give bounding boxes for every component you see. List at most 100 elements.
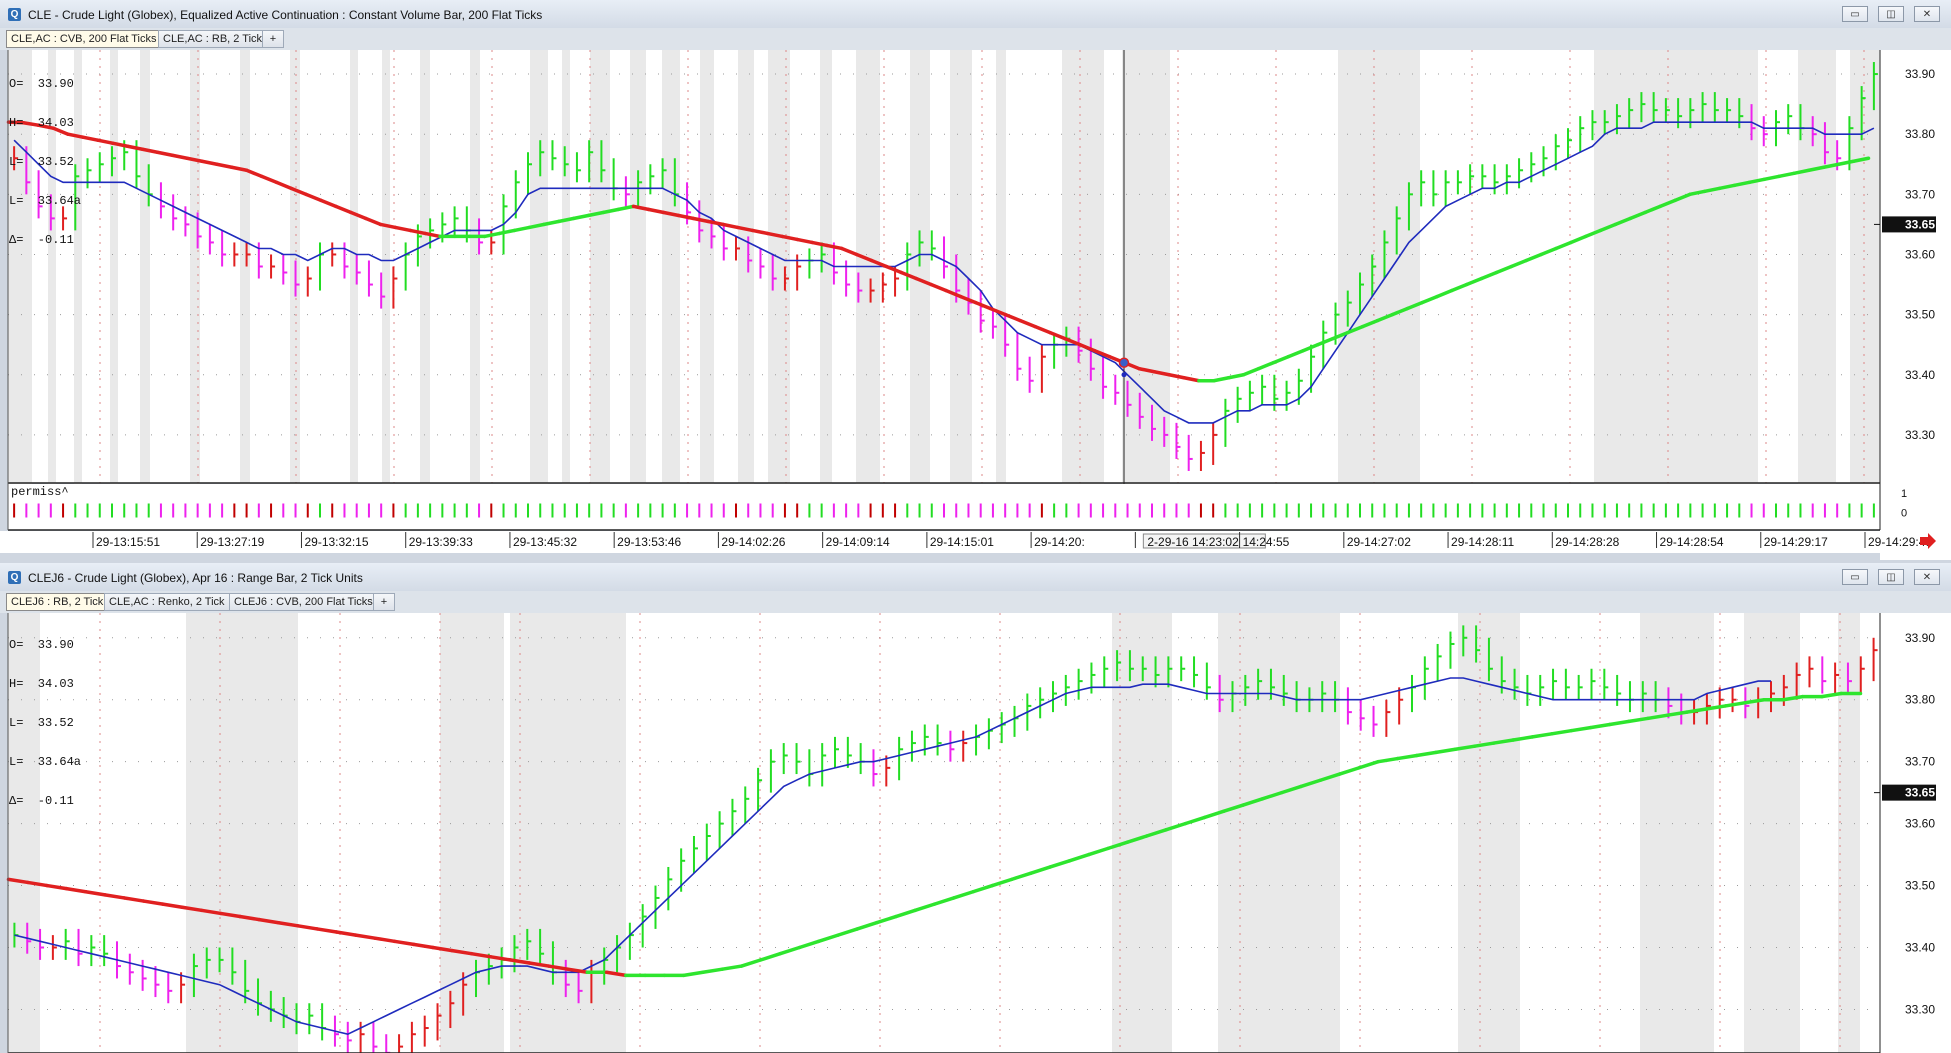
price-tick-label: 33.80 xyxy=(1905,693,1935,707)
app-icon: Q xyxy=(8,571,21,584)
price-tick-label: 33.30 xyxy=(1905,428,1935,442)
session-band xyxy=(910,50,930,530)
tab-bar: CLEJ6 : RB, 2 Tick CLE,AC : Renko, 2 Tic… xyxy=(0,591,1951,613)
price-tick-label: 33.60 xyxy=(1905,247,1935,261)
high-value: H= 34.03 xyxy=(9,116,74,130)
session-band xyxy=(1838,613,1860,1053)
tab-range-bar[interactable]: CLE,AC : RB, 2 Tick xyxy=(158,30,268,48)
delta-value: Δ= -0.11 xyxy=(9,794,74,808)
window-title: CLEJ6 - Crude Light (Globex), Apr 16 : R… xyxy=(28,571,363,585)
time-tick-label: 29-14:09:14 xyxy=(826,535,890,549)
session-band xyxy=(1218,613,1340,1053)
chart-window-bottom: Q CLEJ6 - Crude Light (Globex), Apr 16 :… xyxy=(0,563,1951,1053)
last-value: L= 33.64a xyxy=(9,194,82,208)
indicator-tick-label: 0 xyxy=(1901,508,1907,520)
price-tick-label: 33.30 xyxy=(1905,1002,1935,1016)
app-icon: Q xyxy=(8,8,21,21)
price-tick-label: 33.70 xyxy=(1905,187,1935,201)
tab-renko[interactable]: CLE,AC : Renko, 2 Tick xyxy=(104,593,230,611)
price-chart[interactable]: permiss^ 33.90 33.80 33.70 33.60 33.50 33.40 33… xyxy=(0,50,1951,560)
time-tick-label: 29-13:39:33 xyxy=(409,535,473,549)
time-tick-label: 29-14:28:54 xyxy=(1660,535,1724,549)
time-tick-label: 29-13:45:32 xyxy=(513,535,577,549)
price-tick-label: 33.40 xyxy=(1905,941,1935,955)
open-value: O= 33.90 xyxy=(9,638,74,652)
chart-window-top: Q CLE - Crude Light (Globex), Equalized … xyxy=(0,0,1951,560)
session-band xyxy=(700,50,714,530)
session-band xyxy=(1850,50,1880,530)
session-band xyxy=(140,50,150,530)
time-tick-label: 29-13:32:15 xyxy=(304,535,368,549)
session-band xyxy=(1122,50,1170,530)
window-title: CLE - Crude Light (Globex), Equalized Ac… xyxy=(28,8,543,22)
price-tick-label: 33.50 xyxy=(1905,879,1935,893)
indicator-tick-label: 1 xyxy=(1901,488,1907,500)
close-icon[interactable]: ✕ xyxy=(1914,6,1940,22)
price-tick-label: 33.50 xyxy=(1905,308,1935,322)
price-axis xyxy=(1880,613,1951,1053)
session-band xyxy=(350,50,358,530)
price-tick-label: 33.70 xyxy=(1905,755,1935,769)
time-tick-label: 29-14:02:26 xyxy=(721,535,785,549)
time-tick-label: 29-14:28:28 xyxy=(1555,535,1619,549)
crosshair-marker xyxy=(1121,372,1127,378)
session-band xyxy=(470,50,480,530)
time-tick-label: 2-29-16 14:23:02 xyxy=(1147,535,1239,549)
low-value: L= 33.52 xyxy=(9,155,74,169)
session-band xyxy=(738,50,754,530)
low-value: L= 33.52 xyxy=(9,716,74,730)
window-titlebar[interactable]: Q CLEJ6 - Crude Light (Globex), Apr 16 :… xyxy=(0,563,1951,592)
session-band xyxy=(530,50,548,530)
high-value: H= 34.03 xyxy=(9,677,74,691)
time-tick-label: 29-13:27:19 xyxy=(200,535,264,549)
tab-range-bar[interactable]: CLEJ6 : RB, 2 Tick xyxy=(6,593,109,611)
time-tick-label: 29-14:28:11 xyxy=(1451,535,1514,549)
session-band xyxy=(1798,50,1836,530)
restore-icon[interactable]: ◫ xyxy=(1878,569,1904,585)
time-tick-label: 29-14:27:02 xyxy=(1347,535,1411,549)
tab-cvb[interactable]: CLE,AC : CVB, 200 Flat Ticks xyxy=(6,30,162,48)
session-band xyxy=(562,50,570,530)
time-tick-label: 29-13:53:46 xyxy=(617,535,681,549)
session-band xyxy=(1640,613,1714,1053)
session-band xyxy=(382,50,390,530)
close-icon[interactable]: ✕ xyxy=(1914,569,1940,585)
price-tick-label: 33.90 xyxy=(1905,631,1935,645)
restore-icon[interactable]: ◫ xyxy=(1878,6,1904,22)
minimize-icon[interactable]: ▭ xyxy=(1842,569,1868,585)
indicator-label: permiss^ xyxy=(11,485,69,499)
session-band xyxy=(768,50,790,530)
ohlc-readout: O= 33.90 H= 34.03 L= 33.52 L= 33.64a Δ= … xyxy=(9,52,81,273)
session-band xyxy=(662,50,680,530)
minimize-icon[interactable]: ▭ xyxy=(1842,6,1868,22)
tab-cvb[interactable]: CLEJ6 : CVB, 200 Flat Ticks xyxy=(229,593,378,611)
session-band xyxy=(1062,50,1104,530)
ohlc-readout: O= 33.90 H= 34.03 L= 33.52 L= 33.64a Δ= … xyxy=(9,613,81,834)
session-band xyxy=(630,50,646,530)
session-band xyxy=(440,613,504,1053)
session-band xyxy=(240,50,250,530)
session-band xyxy=(110,50,118,530)
open-value: O= 33.90 xyxy=(9,77,74,91)
time-tick-label: 29-14:20: xyxy=(1034,535,1085,549)
price-tick-label: 33.60 xyxy=(1905,817,1935,831)
price-chart[interactable]: permiss^33.9033.8033.7033.6033.5033.4033… xyxy=(0,613,1951,1053)
price-tick-label: 33.80 xyxy=(1905,127,1935,141)
add-tab-button[interactable]: + xyxy=(373,593,395,611)
last-price-value: 33.65 xyxy=(1905,217,1935,231)
window-titlebar[interactable]: Q CLE - Crude Light (Globex), Equalized … xyxy=(0,0,1951,29)
crosshair-marker xyxy=(1118,357,1130,368)
session-band xyxy=(420,50,430,530)
session-band xyxy=(510,613,626,1053)
delta-value: Δ= -0.11 xyxy=(9,233,74,247)
add-tab-button[interactable]: + xyxy=(262,30,284,48)
time-tick-label: 29-14:29:17 xyxy=(1764,535,1828,549)
price-tick-label: 33.40 xyxy=(1905,368,1935,382)
time-tick-label: 14:24:55 xyxy=(1243,535,1290,549)
time-tick-label: 29-13:15:51 xyxy=(96,535,160,549)
price-tick-label: 33.90 xyxy=(1905,67,1935,81)
session-band xyxy=(1338,50,1420,530)
tab-bar: CLE,AC : CVB, 200 Flat Ticks CLE,AC : RB… xyxy=(0,28,1951,50)
last-value: L= 33.64a xyxy=(9,755,82,769)
session-band xyxy=(820,50,832,530)
